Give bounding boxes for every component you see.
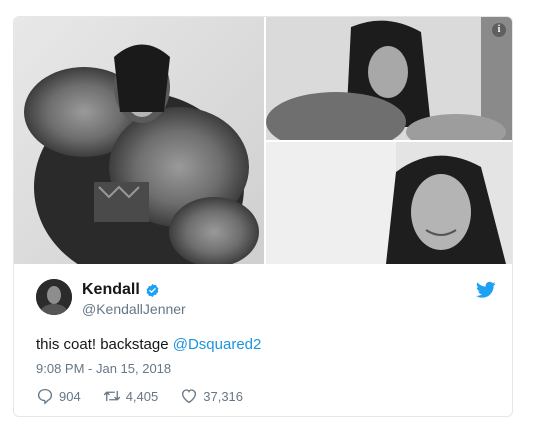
- tweet-card[interactable]: i Kendall @KendallJenner this coat! back…: [13, 16, 513, 417]
- info-icon[interactable]: i: [492, 23, 506, 37]
- mention-link[interactable]: @Dsquared2: [173, 336, 262, 353]
- tweet-actions: 904 4,405 37,316: [36, 387, 265, 405]
- like-button[interactable]: 37,316: [180, 387, 243, 405]
- display-name[interactable]: Kendall: [82, 281, 140, 299]
- tweet-photo-2[interactable]: i: [266, 17, 512, 140]
- tweet-text: this coat! backstage @Dsquared2: [36, 336, 261, 353]
- photo-grid: i: [14, 17, 512, 264]
- tweet-timestamp[interactable]: 9:08 PM - Jan 15, 2018: [36, 361, 171, 376]
- avatar[interactable]: [36, 279, 72, 315]
- tweet-photo-3[interactable]: [266, 142, 512, 264]
- verified-badge-icon: [146, 283, 159, 297]
- reply-icon: [37, 388, 53, 405]
- tweet-author: Kendall @KendallJenner: [36, 279, 496, 319]
- heart-icon: [182, 389, 197, 404]
- retweet-icon: [103, 390, 120, 402]
- retweet-button[interactable]: 4,405: [103, 387, 159, 405]
- like-count: 37,316: [203, 388, 244, 404]
- author-names: Kendall @KendallJenner: [82, 281, 186, 317]
- retweet-count: 4,405: [125, 388, 159, 404]
- author-handle[interactable]: @KendallJenner: [82, 301, 186, 317]
- tweet-text-body: this coat! backstage: [36, 336, 173, 353]
- twitter-bird-icon[interactable]: [476, 281, 496, 299]
- reply-count: 904: [59, 388, 81, 404]
- tweet-photo-1[interactable]: [14, 17, 264, 264]
- display-name-row: Kendall: [82, 281, 186, 299]
- reply-button[interactable]: 904: [36, 387, 81, 405]
